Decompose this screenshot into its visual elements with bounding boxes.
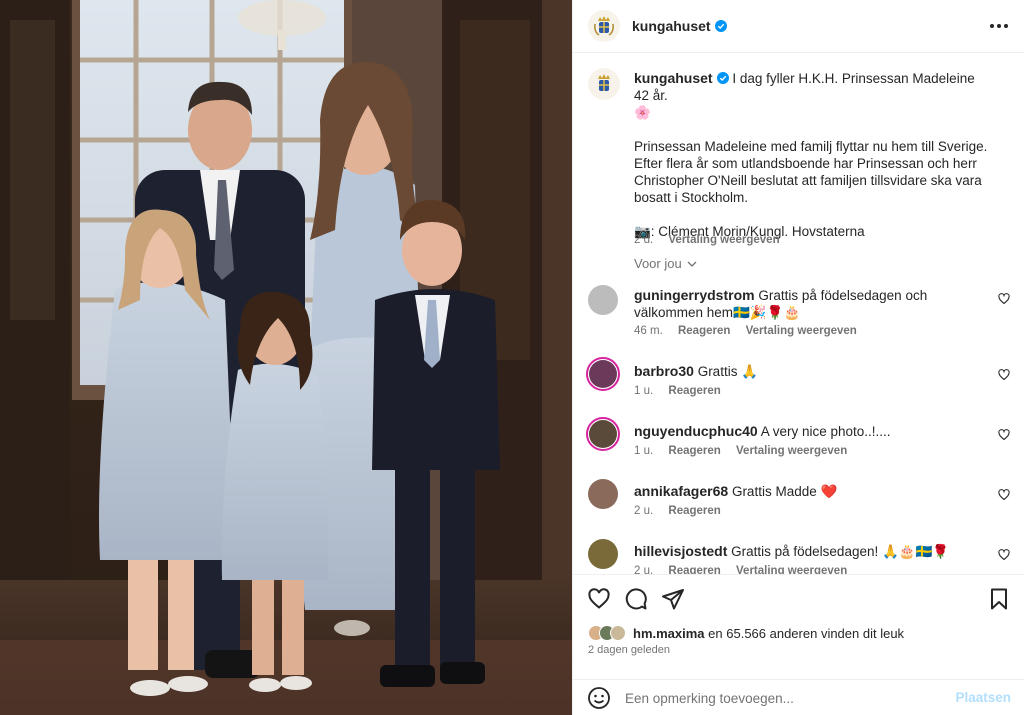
comment-item: annikafager68 Grattis Madde ❤️ 2 u. Reag…: [588, 479, 1010, 523]
likes-rest-text[interactable]: en 65.566 anderen vinden dit leuk: [708, 626, 904, 641]
post-actions: hm.maxima en 65.566 anderen vinden dit l…: [573, 574, 1024, 715]
avatar-image: [588, 285, 618, 315]
share-icon[interactable]: [661, 587, 685, 611]
like-comment-heart-icon[interactable]: [998, 293, 1010, 305]
comment-item: guningerrydstrom Grattis på födelsedagen…: [588, 285, 1010, 341]
comment-item: barbro30 Grattis 🙏 1 u. Reageren: [586, 357, 1010, 401]
comment-body: Grattis på födelsedagen! 🙏🎂🇸🇪🌹: [731, 544, 950, 559]
avatar-image: [589, 360, 617, 388]
commenter-avatar[interactable]: [588, 285, 618, 315]
reply-button[interactable]: Reageren: [668, 385, 720, 397]
comment-text: hillevisjostedt Grattis på födelsedagen!…: [634, 543, 988, 560]
comment-time[interactable]: 1 u.: [634, 445, 653, 457]
comment-time[interactable]: 1 u.: [634, 385, 653, 397]
post-caption: kungahuset I dag fyller H.K.H. Prinsessa…: [588, 68, 1010, 248]
comment-body: A very nice photo..!....: [760, 424, 891, 439]
post-header: kungahuset: [573, 0, 1024, 53]
caption-username[interactable]: kungahuset: [634, 70, 713, 86]
comment-username[interactable]: guningerrydstrom: [634, 287, 755, 303]
reply-button[interactable]: Reageren: [668, 505, 720, 517]
family-portrait-image: [0, 0, 572, 715]
like-comment-heart-icon[interactable]: [998, 489, 1010, 501]
comment-text: guningerrydstrom Grattis på födelsedagen…: [634, 287, 988, 321]
for-you-link[interactable]: Voor jou: [634, 256, 697, 271]
comment-item: hillevisjostedt Grattis på födelsedagen!…: [588, 539, 1010, 574]
comment-input[interactable]: [625, 690, 945, 706]
likes-summary[interactable]: hm.maxima en 65.566 anderen vinden dit l…: [588, 625, 904, 641]
post-date[interactable]: 2 dagen geleden: [588, 644, 670, 656]
caption-body: Prinsessan Madeleine med familj flyttar …: [634, 139, 988, 205]
verified-badge-icon: [714, 20, 727, 32]
more-options-icon[interactable]: [987, 16, 1011, 36]
royal-crest-icon: [588, 68, 620, 100]
comment-body: Grattis Madde ❤️: [731, 484, 838, 499]
for-you-row[interactable]: Voor jou: [588, 256, 1010, 276]
account-avatar[interactable]: [588, 10, 620, 42]
comment-time[interactable]: 2 u.: [634, 565, 653, 574]
like-heart-icon[interactable]: [587, 587, 611, 611]
comment-username[interactable]: nguyenducphuc40: [634, 423, 758, 439]
comment-meta: 1 u. Reageren Vertaling weergeven: [634, 445, 859, 457]
reply-button[interactable]: Reageren: [678, 325, 730, 337]
add-comment-bar: Plaatsen: [573, 679, 1024, 715]
comment-username[interactable]: hillevisjostedt: [634, 543, 727, 559]
caption-translate-link[interactable]: Vertaling weergeven: [668, 234, 779, 246]
liker-avatars: [588, 625, 626, 641]
avatar-image: [589, 420, 617, 448]
comment-username[interactable]: annikafager68: [634, 483, 728, 499]
header-username[interactable]: kungahuset: [632, 18, 727, 34]
avatar-image: [588, 539, 618, 569]
translate-link[interactable]: Vertaling weergeven: [746, 325, 857, 337]
caption-meta: 2 d. Vertaling weergeven: [634, 234, 792, 246]
for-you-label[interactable]: Voor jou: [634, 256, 682, 271]
post-photo[interactable]: [0, 0, 572, 715]
comment-time[interactable]: 46 m.: [634, 325, 663, 337]
comment-time[interactable]: 2 u.: [634, 505, 653, 517]
reply-button[interactable]: Reageren: [668, 565, 720, 574]
post-comment-button[interactable]: Plaatsen: [955, 690, 1011, 705]
comment-meta: 46 m. Reageren Vertaling weergeven: [634, 325, 869, 337]
save-bookmark-icon[interactable]: [987, 587, 1011, 611]
caption-emoji: 🌸: [634, 105, 651, 120]
comment-username[interactable]: barbro30: [634, 363, 694, 379]
post-details-panel: kungahuset kungahuset I dag fyller H.K.H…: [572, 0, 1024, 715]
translate-link[interactable]: Vertaling weergeven: [736, 445, 847, 457]
comment-meta: 1 u. Reageren: [634, 385, 733, 397]
commenter-avatar[interactable]: [586, 357, 620, 391]
commenter-avatar[interactable]: [588, 539, 618, 569]
comment-item: nguyenducphuc40 A very nice photo..!....…: [586, 417, 1010, 461]
chevron-down-icon: [687, 261, 697, 267]
emoji-smiley-icon[interactable]: [587, 686, 611, 710]
likes-text: hm.maxima en 65.566 anderen vinden dit l…: [633, 626, 904, 641]
comment-text: nguyenducphuc40 A very nice photo..!....: [634, 423, 988, 440]
caption-avatar[interactable]: [588, 68, 620, 100]
comment-text: annikafager68 Grattis Madde ❤️: [634, 483, 988, 500]
caption-text: kungahuset I dag fyller H.K.H. Prinsessa…: [634, 70, 988, 240]
comment-meta: 2 u. Reageren Vertaling weergeven: [634, 565, 859, 574]
comments-scroll-area[interactable]: kungahuset I dag fyller H.K.H. Prinsessa…: [573, 54, 1024, 574]
header-username-text[interactable]: kungahuset: [632, 18, 711, 34]
royal-crest-icon: [588, 10, 620, 42]
comment-meta: 2 u. Reageren: [634, 505, 733, 517]
comment-icon[interactable]: [624, 587, 648, 611]
like-comment-heart-icon[interactable]: [998, 369, 1010, 381]
like-comment-heart-icon[interactable]: [998, 429, 1010, 441]
commenter-avatar[interactable]: [588, 479, 618, 509]
commenter-avatar[interactable]: [586, 417, 620, 451]
like-comment-heart-icon[interactable]: [998, 549, 1010, 561]
liker-avatar: [610, 625, 626, 641]
avatar-image: [588, 479, 618, 509]
reply-button[interactable]: Reageren: [668, 445, 720, 457]
translate-link[interactable]: Vertaling weergeven: [736, 565, 847, 574]
comment-body: Grattis 🙏: [697, 364, 759, 379]
caption-time[interactable]: 2 d.: [634, 234, 653, 246]
top-liker-username[interactable]: hm.maxima: [633, 626, 705, 641]
verified-badge-icon: [716, 72, 729, 84]
comment-text: barbro30 Grattis 🙏: [634, 363, 988, 380]
